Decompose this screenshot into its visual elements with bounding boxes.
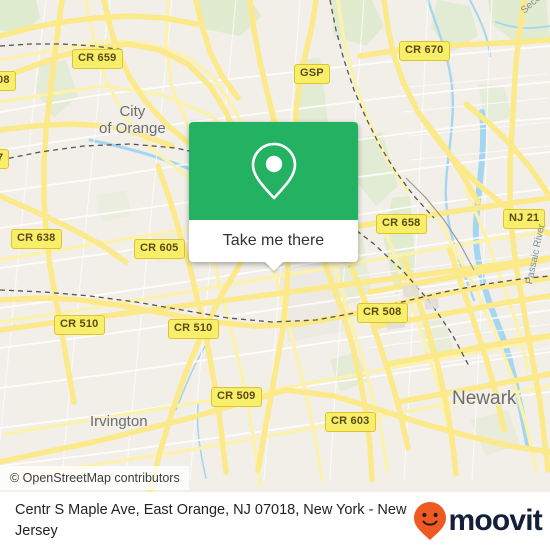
take-me-there-callout[interactable]: Take me there xyxy=(189,122,358,271)
road-shield: GSP xyxy=(294,64,330,84)
callout-label: Take me there xyxy=(222,232,325,249)
road-shield: CR 509 xyxy=(211,387,262,407)
road-shield: CR 638 xyxy=(11,229,62,249)
road-shield: CR 659 xyxy=(72,49,123,69)
place-label-city-of-orange: City of Orange xyxy=(99,103,166,137)
moovit-map-screenshot: .rd { stroke:#f7e98e; stroke-linecap:rou… xyxy=(0,0,550,550)
callout-pointer xyxy=(263,261,284,271)
callout-icon-panel xyxy=(189,122,358,220)
road-shield: CR 508 xyxy=(357,303,408,323)
moovit-wordmark: moovit xyxy=(448,504,542,537)
place-label-irvington: Irvington xyxy=(90,413,148,430)
road-shield: CR 603 xyxy=(325,412,376,432)
callout-action-bar[interactable]: Take me there xyxy=(189,220,358,271)
place-label-newark: Newark xyxy=(452,388,517,409)
address-text: Centr S Maple Ave, East Orange, NJ 07018… xyxy=(15,502,407,539)
place-label-line: of Orange xyxy=(99,120,166,137)
moovit-logo[interactable]: moovit xyxy=(413,502,543,540)
road-shield: CR 605 xyxy=(134,239,185,259)
road-shield: 08 xyxy=(0,71,16,91)
road-shield: 7 xyxy=(0,149,10,169)
road-shield: CR 658 xyxy=(376,214,427,234)
road-shield: CR 670 xyxy=(399,41,450,61)
map-attribution[interactable]: © OpenStreetMap contributors xyxy=(0,466,189,490)
moovit-pin-icon xyxy=(414,502,447,540)
road-shield: CR 510 xyxy=(54,315,105,335)
place-label-line: City xyxy=(119,103,146,120)
map-pin-icon xyxy=(251,142,296,200)
road-shield: CR 510 xyxy=(168,319,219,339)
map-canvas[interactable]: .rd { stroke:#f7e98e; stroke-linecap:rou… xyxy=(0,0,550,492)
